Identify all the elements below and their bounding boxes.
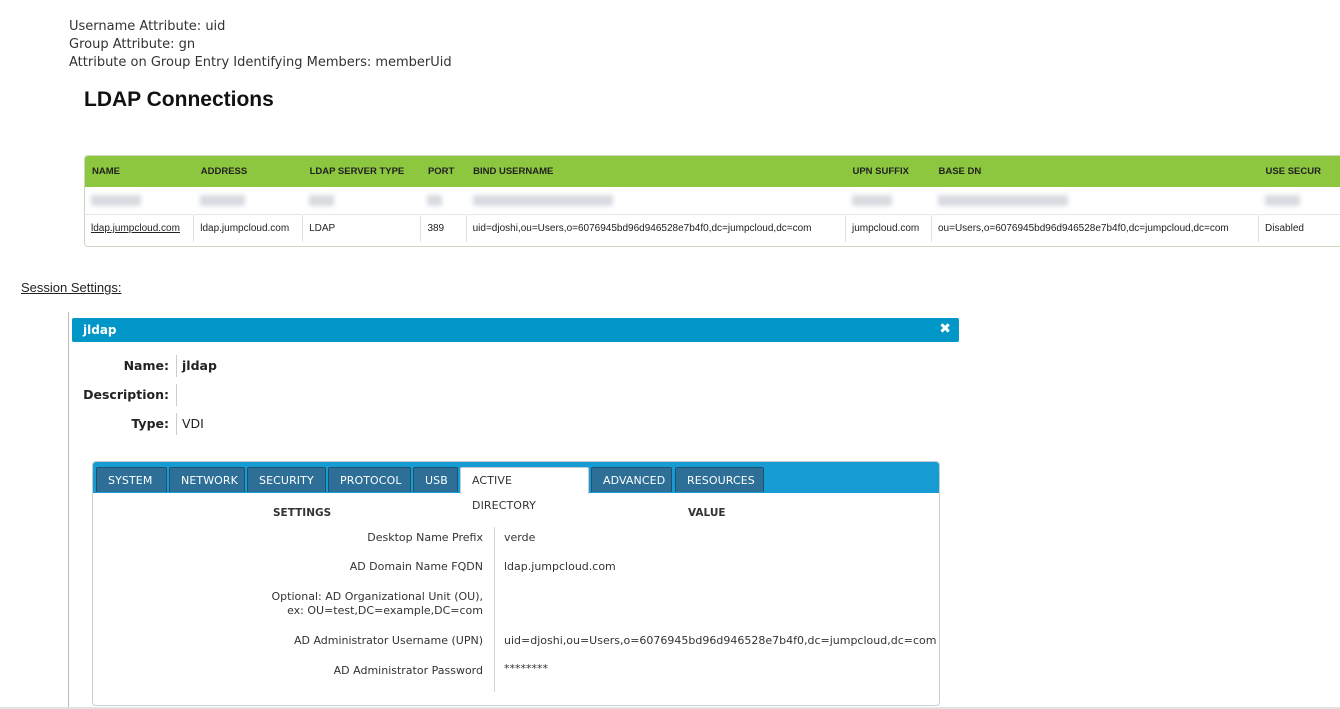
redacted-cell: xxxxxxxxxxxxxxxxxxxxxxxxxxxx <box>472 195 613 206</box>
ldap-connections-table: NAME ADDRESS LDAP SERVER TYPE PORT BIND … <box>84 155 1340 247</box>
redacted-cell: xxxxx <box>309 195 335 206</box>
tab-protocol[interactable]: PROTOCOL <box>328 467 411 492</box>
col-name[interactable]: NAME <box>85 156 194 187</box>
tab-bar: SYSTEM NETWORK SECURITY PROTOCOL USB ACT… <box>93 462 939 512</box>
username-attribute: Username Attribute: uid <box>69 19 226 34</box>
settings-column-header: SETTINGS <box>273 507 332 519</box>
connection-name-link[interactable]: ldap.jumpcloud.com <box>91 223 180 234</box>
redacted-cell: xxxxxxxxxx <box>91 195 141 206</box>
col-server-type[interactable]: LDAP SERVER TYPE <box>302 156 421 187</box>
setting-label-desktop-prefix: Desktop Name Prefix <box>367 531 483 544</box>
name-label: Name: <box>123 358 169 373</box>
cell-server-type: LDAP <box>302 214 422 242</box>
setting-value-ad-admin-password[interactable]: ******** <box>504 662 548 675</box>
setting-value-desktop-prefix[interactable]: verde <box>504 531 535 544</box>
setting-label-ad-ou-line1: Optional: AD Organizational Unit (OU), <box>271 590 484 603</box>
name-value: jldap <box>182 358 217 373</box>
settings-tabs-panel: SYSTEM NETWORK SECURITY PROTOCOL USB ACT… <box>92 461 940 706</box>
tab-advanced[interactable]: ADVANCED <box>591 467 672 492</box>
divider <box>176 384 177 406</box>
tab-system[interactable]: SYSTEM <box>96 467 167 492</box>
type-label: Type: <box>131 416 169 431</box>
col-use-secure[interactable]: USE SECUR <box>1258 156 1340 187</box>
description-label: Description: <box>83 387 169 402</box>
dialog-title: jldap <box>83 323 117 337</box>
setting-label-ad-domain: AD Domain Name FQDN <box>349 560 483 573</box>
setting-label-ad-ou-line2: ex: OU=test,DC=example,DC=com <box>287 604 483 617</box>
tab-network[interactable]: NETWORK <box>169 467 245 492</box>
tab-active-directory[interactable]: ACTIVE DIRECTORY <box>460 467 589 512</box>
session-settings-label: Session Settings: <box>21 280 122 295</box>
cell-port: 389 <box>420 214 467 242</box>
col-bind-username[interactable]: BIND USERNAME <box>466 156 846 187</box>
col-upn-suffix[interactable]: UPN SUFFIX <box>845 156 932 187</box>
redacted-cell: xxxxxxxxxxxxxxxxxxxxxxxxxx <box>937 195 1068 206</box>
tab-resources[interactable]: RESOURCES <box>675 467 764 492</box>
cell-use-secure: Disabled <box>1258 214 1340 242</box>
col-base-dn[interactable]: BASE DN <box>931 156 1259 187</box>
table-row-redacted: xxxxxxxxxx xxxxxxxxx xxxxx xxx xxxxxxxxx… <box>85 187 1340 215</box>
table-row[interactable]: ldap.jumpcloud.com ldap.jumpcloud.com LD… <box>85 214 1340 242</box>
type-value: VDI <box>182 416 204 431</box>
divider <box>176 355 177 377</box>
tab-usb[interactable]: USB <box>413 467 458 492</box>
redacted-cell: xxxxxxxxx <box>200 195 246 206</box>
cell-name[interactable]: ldap.jumpcloud.com <box>85 214 195 242</box>
cell-bind-username: uid=djoshi,ou=Users,o=6076945bd96d946528… <box>466 214 846 242</box>
value-column-header: VALUE <box>688 507 726 519</box>
col-port[interactable]: PORT <box>420 156 467 187</box>
dialog-header: jldap ✖ <box>72 318 959 342</box>
redacted-cell: xxx <box>427 195 443 206</box>
close-icon[interactable]: ✖ <box>939 321 951 337</box>
page-title: LDAP Connections <box>84 88 274 111</box>
settings-divider <box>494 527 495 692</box>
table-header-row: NAME ADDRESS LDAP SERVER TYPE PORT BIND … <box>85 156 1340 187</box>
tab-security[interactable]: SECURITY <box>247 467 326 492</box>
redacted-cell: xxxxxxxx <box>851 195 892 206</box>
group-attribute: Group Attribute: gn <box>69 37 196 52</box>
setting-label-ad-admin-username: AD Administrator Username (UPN) <box>293 634 483 647</box>
cell-upn-suffix: jumpcloud.com <box>845 214 932 242</box>
members-attribute: Attribute on Group Entry Identifying Mem… <box>69 55 452 70</box>
ldap-attributes: Username Attribute: uid Group Attribute:… <box>69 18 452 72</box>
setting-label-ad-admin-password: AD Administrator Password <box>333 664 483 677</box>
setting-value-ad-domain[interactable]: ldap.jumpcloud.com <box>504 560 616 573</box>
cell-base-dn: ou=Users,o=6076945bd96d946528e7b4f0,dc=j… <box>931 214 1260 242</box>
redacted-cell: xxxxxxx <box>1265 195 1301 206</box>
col-address[interactable]: ADDRESS <box>193 156 303 187</box>
cell-address: ldap.jumpcloud.com <box>193 214 304 242</box>
setting-value-ad-admin-username[interactable]: uid=djoshi,ou=Users,o=6076945bd96d946528… <box>504 634 936 647</box>
divider <box>176 413 177 435</box>
